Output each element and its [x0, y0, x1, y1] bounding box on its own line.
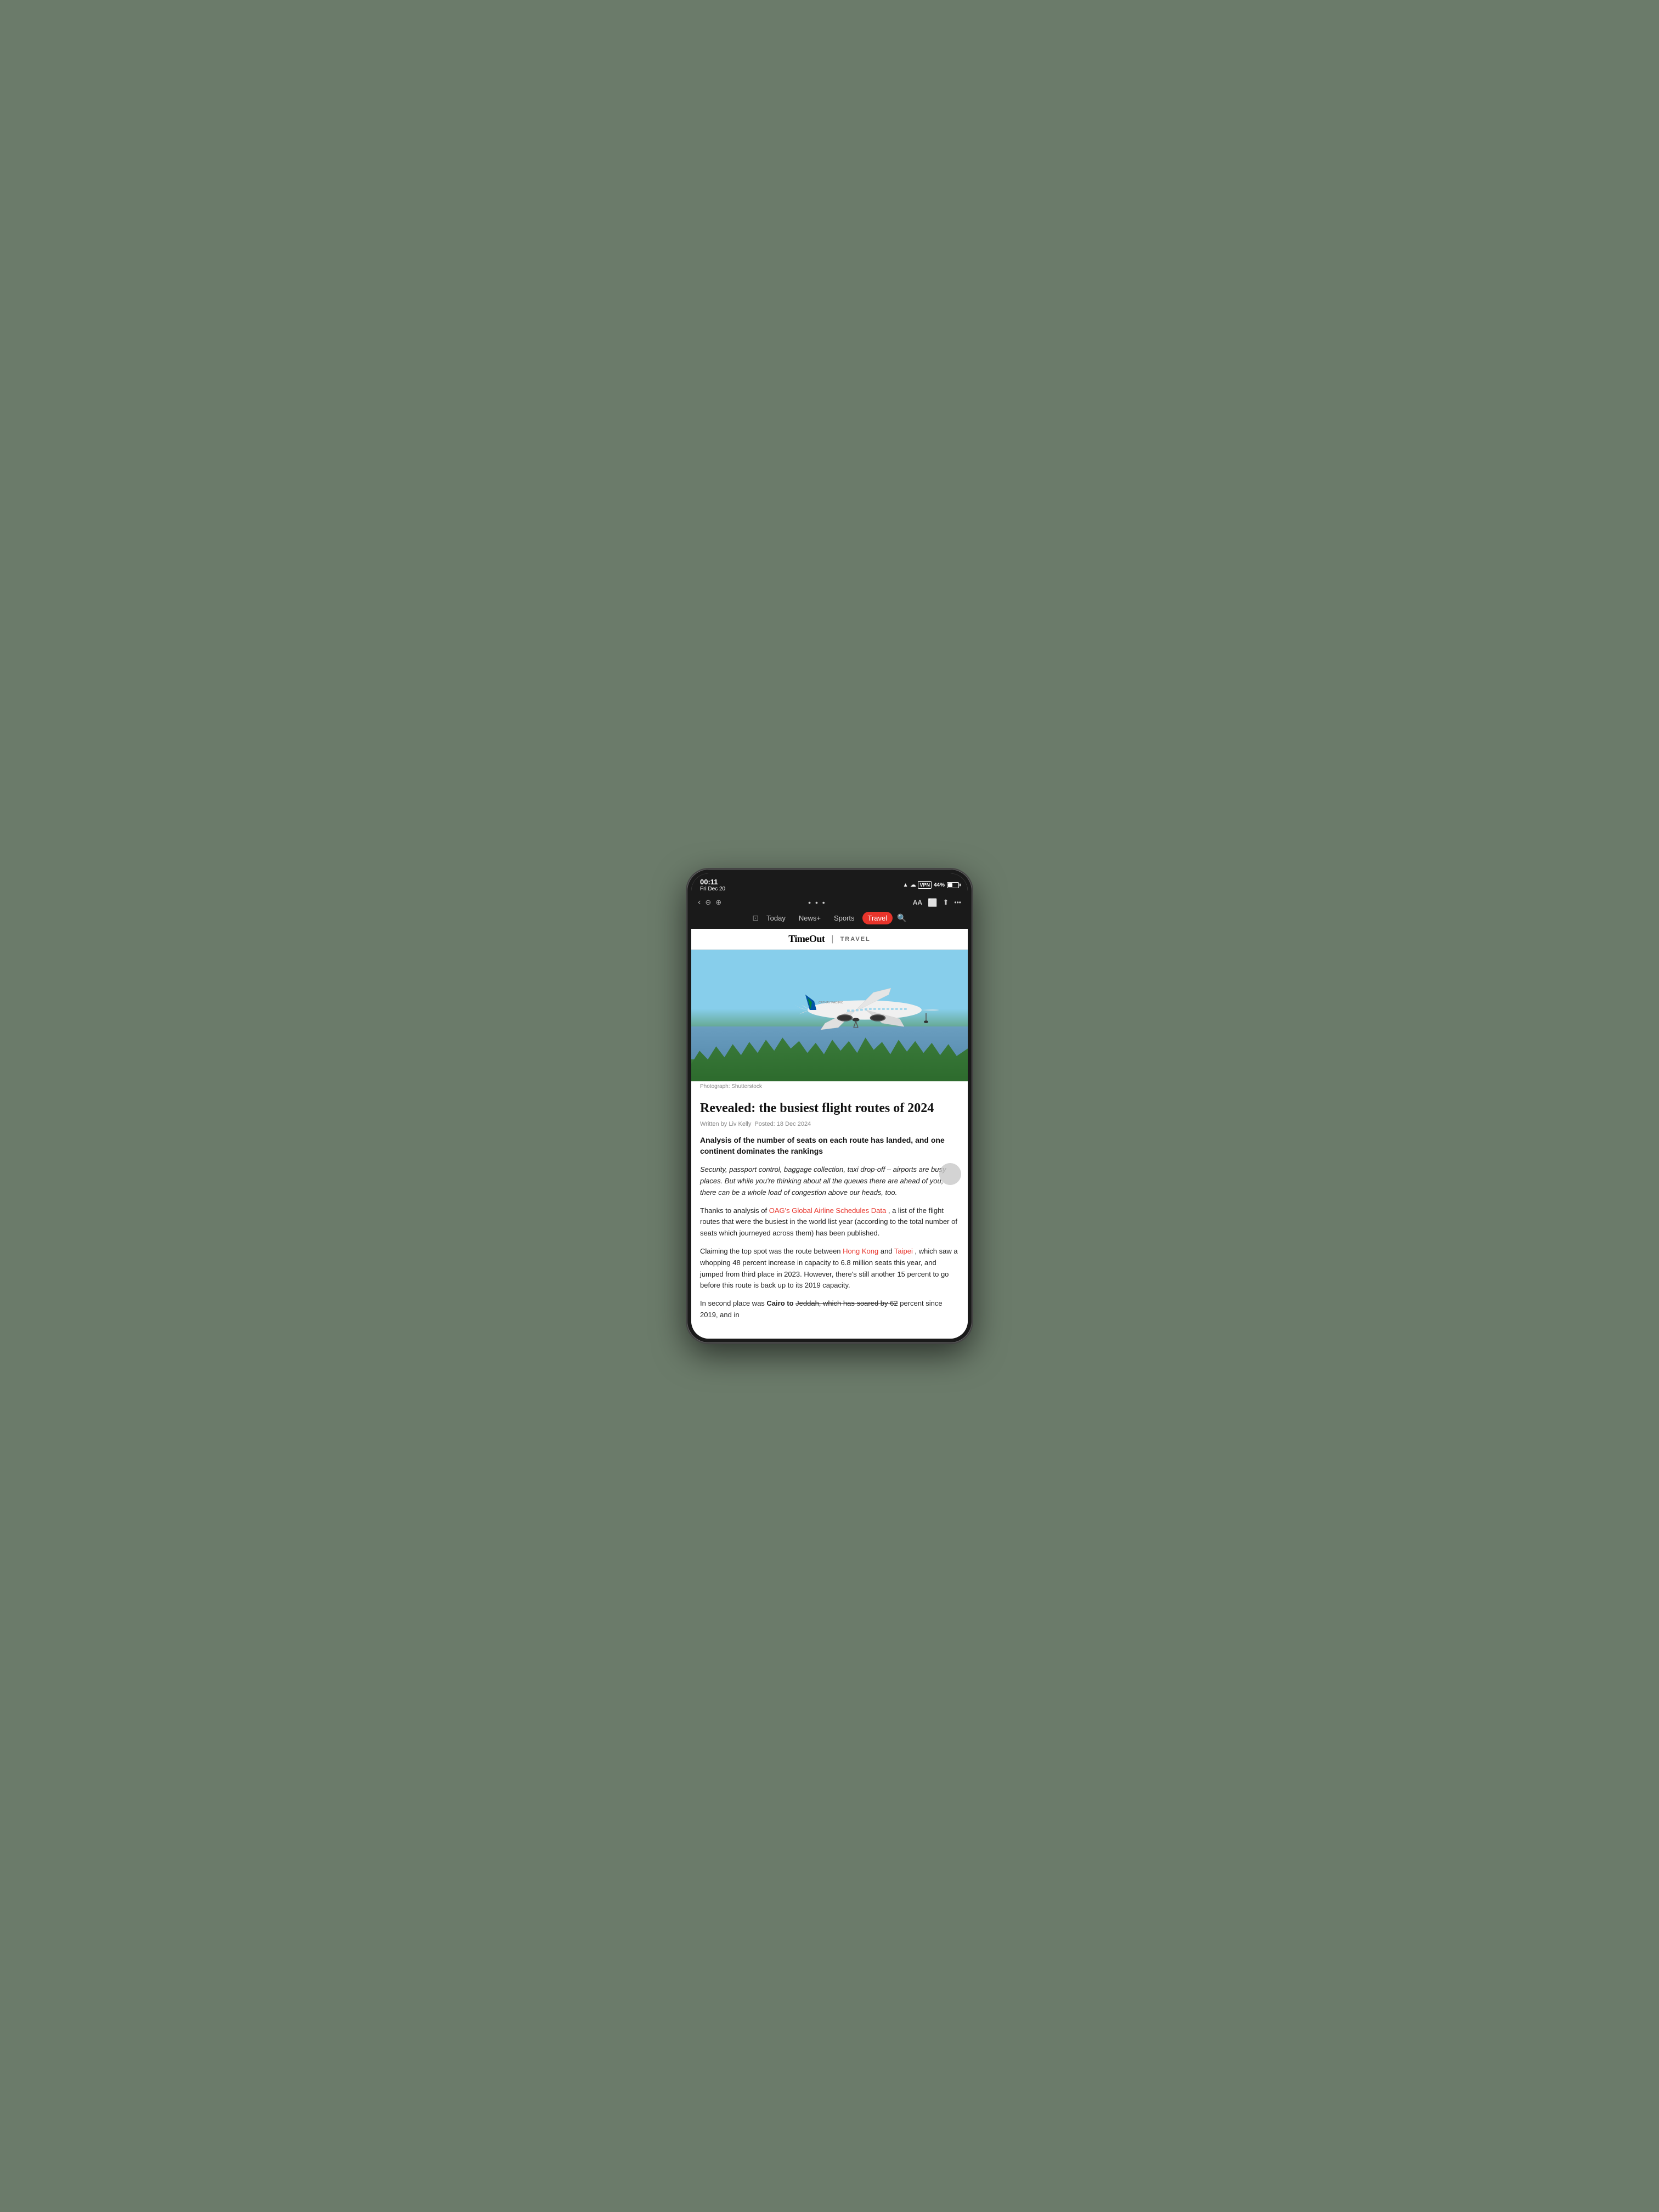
tab-travel[interactable]: Travel: [862, 912, 893, 924]
brand-logo: TimeOut: [788, 933, 825, 945]
browser-chrome: ‹ ⊖ ⊕ • • • AA ⬜ ⬆ ••• ⊡ Today News+: [691, 894, 968, 929]
vpn-label: VPN: [918, 881, 932, 889]
dots-menu: • • •: [726, 898, 909, 907]
article-para-1: Security, passport control, baggage coll…: [700, 1164, 959, 1198]
status-bar: 00:11 Fri Dec 20 ▲ ☁ VPN 44%: [691, 873, 968, 894]
jeddah-strikethrough: Jeddah, which has soared by 62: [795, 1299, 898, 1307]
article-byline: Written by Liv Kelly Posted: 18 Dec 2024: [700, 1121, 959, 1127]
article-para-4: In second place was Cairo to Jeddah, whi…: [700, 1298, 959, 1321]
bookmark-icon[interactable]: ⬜: [928, 898, 937, 907]
article-content: Revealed: the busiest flight routes of 2…: [691, 1092, 968, 1339]
para3-before: Claiming the top spot was the route betw…: [700, 1247, 843, 1255]
article-body: Security, passport control, baggage coll…: [700, 1164, 959, 1321]
brand-section: TRAVEL: [840, 936, 871, 943]
back-button[interactable]: ‹: [698, 898, 701, 907]
tab-sports[interactable]: Sports: [828, 912, 860, 924]
svg-text:CATHAY PACIFIC: CATHAY PACIFIC: [819, 1001, 843, 1005]
three-dots: • • •: [808, 898, 826, 907]
status-right: ▲ ☁ VPN 44%: [903, 881, 959, 889]
hong-kong-link[interactable]: Hong Kong: [843, 1247, 878, 1255]
dislike-button[interactable]: ⊖: [705, 898, 711, 907]
status-date: Fri Dec 20: [700, 886, 725, 892]
like-button[interactable]: ⊕: [715, 898, 721, 907]
brand-bar: TimeOut | TRAVEL: [691, 929, 968, 950]
signal-icon: ▲: [903, 882, 909, 888]
nav-buttons: ‹ ⊖ ⊕: [698, 898, 721, 907]
nav-tabs: ⊡ Today News+ Sports Travel 🔍: [698, 912, 961, 924]
tab-news-plus[interactable]: News+: [793, 912, 826, 924]
device-frame: 00:11 Fri Dec 20 ▲ ☁ VPN 44% ‹ ⊖ ⊕: [687, 869, 972, 1343]
article-title: Revealed: the busiest flight routes of 2…: [700, 1101, 959, 1116]
para2-before: Thanks to analysis of: [700, 1206, 769, 1215]
status-left: 00:11 Fri Dec 20: [700, 878, 725, 892]
more-icon[interactable]: •••: [954, 899, 961, 906]
battery-icon: [947, 882, 959, 888]
browser-top-row: ‹ ⊖ ⊕ • • • AA ⬜ ⬆ •••: [698, 898, 961, 907]
sidebar-icon[interactable]: ⊡: [752, 913, 759, 923]
article-para-3: Claiming the top spot was the route betw…: [700, 1246, 959, 1291]
device-screen: 00:11 Fri Dec 20 ▲ ☁ VPN 44% ‹ ⊖ ⊕: [691, 873, 968, 1339]
para1-text: Security, passport control, baggage coll…: [700, 1165, 946, 1197]
share-icon[interactable]: ⬆: [943, 898, 949, 907]
article-deck: Analysis of the number of seats on each …: [700, 1135, 959, 1156]
aa-button[interactable]: AA: [913, 899, 922, 906]
search-icon[interactable]: 🔍: [897, 913, 906, 923]
tab-today[interactable]: Today: [761, 912, 791, 924]
taipei-link[interactable]: Taipei: [894, 1247, 913, 1255]
article-para-2: Thanks to analysis of OAG's Global Airli…: [700, 1205, 959, 1239]
cairo-bold: Cairo to: [766, 1299, 793, 1307]
para3-middle: and: [881, 1247, 894, 1255]
hero-image: CATHAY PACIFIC: [691, 950, 968, 1081]
battery-percent: 44%: [934, 882, 945, 888]
status-time: 00:11: [700, 878, 725, 886]
wifi-icon: ☁: [910, 882, 916, 888]
scroll-button[interactable]: [939, 1163, 961, 1185]
oag-link[interactable]: OAG's Global Airline Schedules Data: [769, 1206, 886, 1215]
battery-fill: [948, 883, 952, 887]
brand-divider: |: [831, 934, 833, 944]
photo-credit: Photograph: Shutterstock: [691, 1081, 968, 1092]
para4-before: In second place was Cairo to Jeddah, whi…: [700, 1299, 943, 1319]
browser-right: AA ⬜ ⬆ •••: [913, 898, 961, 907]
